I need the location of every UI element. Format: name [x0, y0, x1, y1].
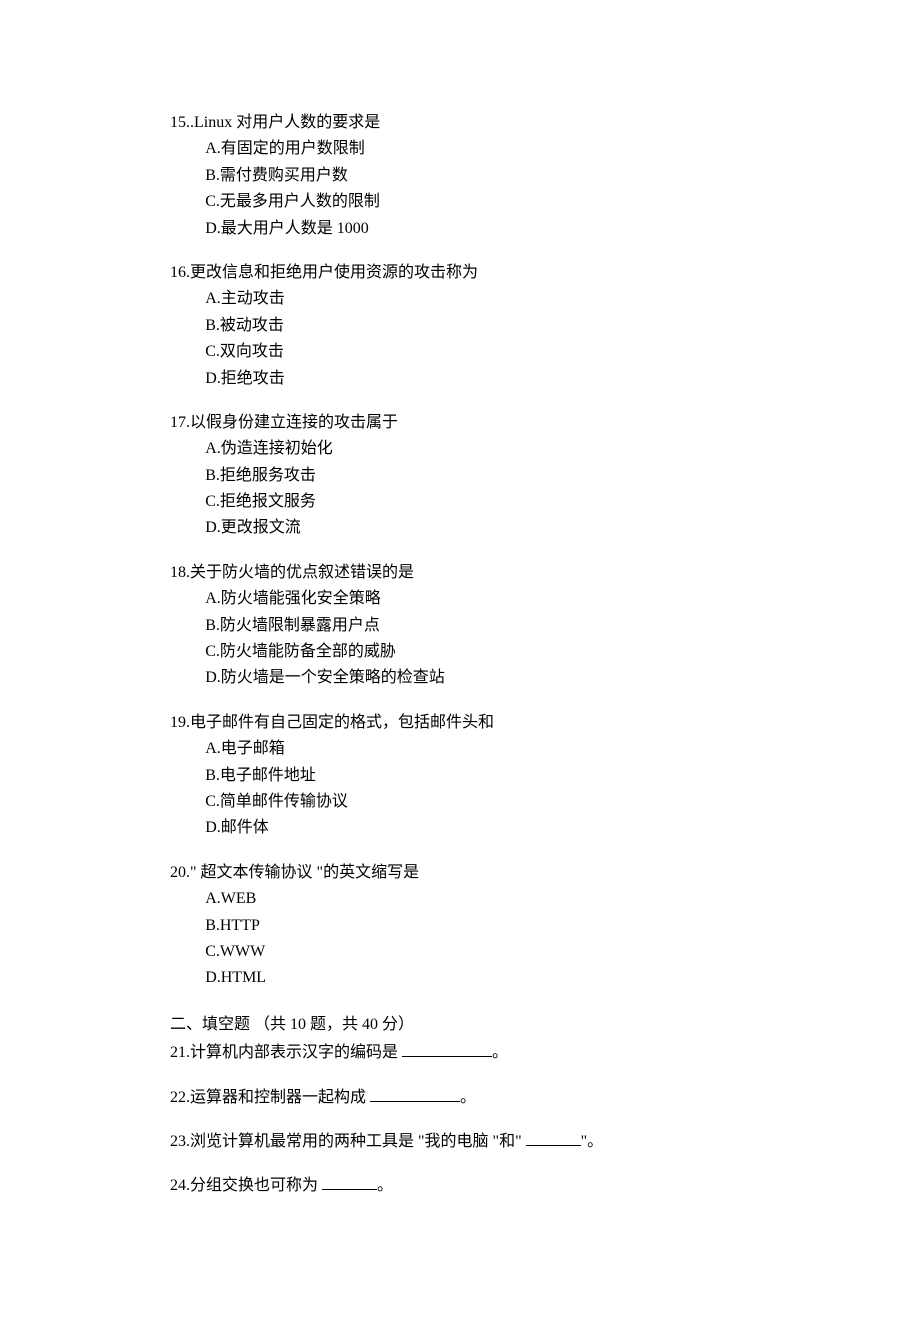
question-16: 16.更改信息和拒绝用户使用资源的攻击称为 A.主动攻击 B.被动攻击 C.双向… [170, 260, 750, 392]
fill-23: 23.浏览计算机最常用的两种工具是 "我的电脑 "和" "。 [170, 1129, 750, 1155]
question-stem: 20." 超文本传输协议 "的英文缩写是 [170, 860, 750, 886]
option-d: D.拒绝攻击 [170, 366, 750, 392]
question-text: .Linux 对用户人数的要求是 [190, 114, 380, 131]
question-text: 更改信息和拒绝用户使用资源的攻击称为 [190, 264, 478, 281]
blank-underline [322, 1173, 377, 1190]
option-c: C.无最多用户人数的限制 [170, 189, 750, 215]
option-a: A.防火墙能强化安全策略 [170, 586, 750, 612]
option-a: A.电子邮箱 [170, 736, 750, 762]
option-a: A.主动攻击 [170, 286, 750, 312]
question-20: 20." 超文本传输协议 "的英文缩写是 A.WEB B.HTTP C.WWW … [170, 860, 750, 992]
option-b: B.防火墙限制暴露用户点 [170, 613, 750, 639]
question-text: 关于防火墙的优点叙述错误的是 [190, 564, 414, 581]
fill-post: 。 [377, 1177, 393, 1194]
option-b: B.电子邮件地址 [170, 763, 750, 789]
option-b: B.被动攻击 [170, 313, 750, 339]
option-d: D.最大用户人数是 1000 [170, 216, 750, 242]
fill-pre: 分组交换也可称为 [190, 1177, 322, 1194]
question-text: 电子邮件有自己固定的格式，包括邮件头和 [190, 714, 494, 731]
question-number: 20. [170, 864, 190, 881]
option-a: A.伪造连接初始化 [170, 436, 750, 462]
fill-number: 24. [170, 1177, 190, 1194]
fill-post: 。 [492, 1044, 508, 1061]
question-19: 19.电子邮件有自己固定的格式，包括邮件头和 A.电子邮箱 B.电子邮件地址 C… [170, 710, 750, 842]
fill-post: "。 [581, 1133, 604, 1150]
option-c: C.简单邮件传输协议 [170, 789, 750, 815]
question-text: " 超文本传输协议 "的英文缩写是 [190, 864, 419, 881]
fill-24: 24.分组交换也可称为 。 [170, 1173, 750, 1199]
fill-number: 21. [170, 1044, 190, 1061]
question-number: 15. [170, 114, 190, 131]
blank-underline [370, 1085, 460, 1102]
question-18: 18.关于防火墙的优点叙述错误的是 A.防火墙能强化安全策略 B.防火墙限制暴露… [170, 560, 750, 692]
question-stem: 16.更改信息和拒绝用户使用资源的攻击称为 [170, 260, 750, 286]
option-d: D.更改报文流 [170, 515, 750, 541]
blank-underline [402, 1040, 492, 1057]
blank-underline [526, 1129, 581, 1146]
option-a: A.WEB [170, 886, 750, 912]
section-2-title: 二、填空题 （共 10 题，共 40 分） [170, 1012, 750, 1038]
option-d: D.防火墙是一个安全策略的检查站 [170, 665, 750, 691]
question-number: 18. [170, 564, 190, 581]
option-c: C.WWW [170, 939, 750, 965]
fill-number: 23. [170, 1133, 190, 1150]
option-c: C.防火墙能防备全部的威胁 [170, 639, 750, 665]
mc-section: 15..Linux 对用户人数的要求是 A.有固定的用户数限制 B.需付费购买用… [170, 110, 750, 992]
fill-21: 21.计算机内部表示汉字的编码是 。 [170, 1040, 750, 1066]
option-b: B.拒绝服务攻击 [170, 463, 750, 489]
option-b: B.HTTP [170, 913, 750, 939]
question-number: 16. [170, 264, 190, 281]
option-a: A.有固定的用户数限制 [170, 136, 750, 162]
question-stem: 19.电子邮件有自己固定的格式，包括邮件头和 [170, 710, 750, 736]
question-text: 以假身份建立连接的攻击属于 [190, 414, 398, 431]
option-c: C.拒绝报文服务 [170, 489, 750, 515]
option-d: D.邮件体 [170, 815, 750, 841]
question-17: 17.以假身份建立连接的攻击属于 A.伪造连接初始化 B.拒绝服务攻击 C.拒绝… [170, 410, 750, 542]
question-stem: 15..Linux 对用户人数的要求是 [170, 110, 750, 136]
option-b: B.需付费购买用户数 [170, 163, 750, 189]
fill-pre: 浏览计算机最常用的两种工具是 "我的电脑 "和" [190, 1133, 526, 1150]
question-number: 17. [170, 414, 190, 431]
fill-22: 22.运算器和控制器一起构成 。 [170, 1085, 750, 1111]
fill-number: 22. [170, 1089, 190, 1106]
fill-pre: 计算机内部表示汉字的编码是 [190, 1044, 402, 1061]
document-page: 15..Linux 对用户人数的要求是 A.有固定的用户数限制 B.需付费购买用… [0, 0, 920, 1318]
fill-post: 。 [460, 1089, 476, 1106]
question-15: 15..Linux 对用户人数的要求是 A.有固定的用户数限制 B.需付费购买用… [170, 110, 750, 242]
question-stem: 18.关于防火墙的优点叙述错误的是 [170, 560, 750, 586]
fill-pre: 运算器和控制器一起构成 [190, 1089, 370, 1106]
option-d: D.HTML [170, 965, 750, 991]
option-c: C.双向攻击 [170, 339, 750, 365]
question-stem: 17.以假身份建立连接的攻击属于 [170, 410, 750, 436]
question-number: 19. [170, 714, 190, 731]
